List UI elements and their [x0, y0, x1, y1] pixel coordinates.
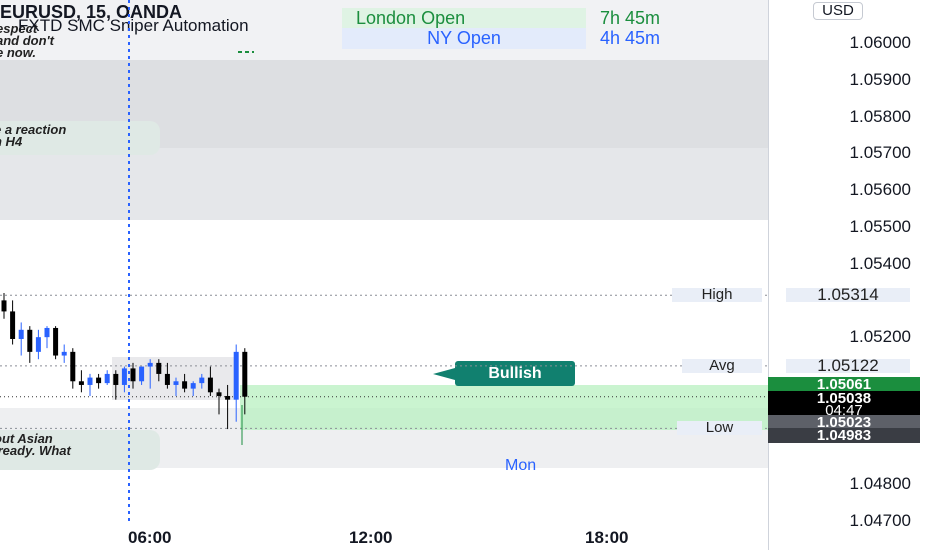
candle-body: [87, 377, 93, 385]
price-axis[interactable]: USD 1.06000 1.05900 1.05800 1.05700 1.05600 1…: [768, 0, 932, 550]
candle-body: [53, 327, 59, 356]
candle-body: [35, 337, 41, 352]
candle-body: [147, 362, 153, 367]
time-tick-1200: 12:00: [349, 528, 393, 547]
price-tick: 1.05800: [849, 106, 911, 126]
price-tick: 1.05200: [849, 327, 911, 347]
level-label-low: Low: [677, 420, 762, 436]
candle-body: [10, 311, 16, 339]
price-tick: 1.04700: [849, 511, 911, 530]
candle-body: [233, 351, 239, 400]
price-tick: 1.05600: [849, 180, 911, 200]
candle-body: [113, 373, 119, 385]
candle-body: [139, 366, 145, 382]
candle-body: [78, 381, 84, 385]
level-value-high: 1.05314: [786, 286, 910, 303]
candle-body: [121, 368, 127, 385]
price-tick: 1.04800: [849, 474, 911, 494]
candle-body: [156, 362, 162, 374]
candle-body: [18, 329, 24, 339]
candle-body: [164, 373, 170, 385]
time-tick-1800: 18:00: [585, 528, 629, 547]
plot-area[interactable]: espect and don't e now. e a reaction n H…: [0, 0, 768, 522]
candle-body: [182, 381, 188, 389]
level-label-avg: Avg: [682, 358, 762, 373]
candle-body: [61, 351, 67, 356]
candle-body: [173, 381, 179, 385]
price-tick: 1.05400: [849, 253, 911, 273]
candle-body: [190, 383, 196, 389]
candle-body: [1, 300, 7, 312]
candle-body: [44, 327, 50, 338]
level-value-avg: 1.05122: [786, 357, 910, 374]
level-label-high: High: [672, 287, 762, 303]
candle-body: [225, 395, 231, 400]
candle-body: [96, 377, 102, 384]
currency-badge[interactable]: USD: [813, 2, 863, 20]
time-tick-0600: 06:00: [128, 528, 172, 547]
candle-body: [104, 373, 110, 384]
price-tick: 1.05700: [849, 143, 911, 163]
candle-body: [130, 368, 136, 382]
price-tag: 1.04983: [768, 428, 920, 443]
candle-body: [70, 351, 76, 382]
chart-stage[interactable]: espect and don't e now. e a reaction n H…: [0, 0, 932, 550]
candle-body: [27, 329, 33, 352]
candle-body: [242, 351, 248, 397]
candles-svg: [0, 0, 768, 522]
price-tick: 1.06000: [849, 33, 911, 52]
price-tick: 1.05900: [849, 69, 911, 89]
candle-body: [199, 377, 205, 384]
candle-body: [207, 377, 213, 393]
candle-body: [216, 392, 222, 396]
price-tick: 1.05500: [849, 216, 911, 236]
